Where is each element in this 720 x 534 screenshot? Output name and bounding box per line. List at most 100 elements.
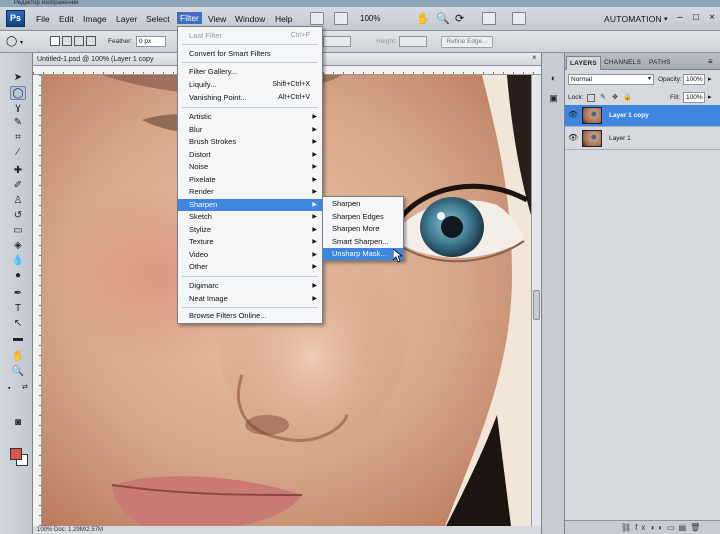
height-input[interactable] <box>399 36 427 47</box>
scrollbar-thumb[interactable] <box>533 290 540 320</box>
screen-mode-icon[interactable] <box>512 12 526 25</box>
adjustments-panel-icon[interactable]: ◐ <box>547 72 560 84</box>
menu-item-other[interactable]: Other ▶ <box>178 261 322 273</box>
lock-position-icon[interactable]: ✥ <box>611 94 619 102</box>
panel-menu-icon[interactable]: ≡ <box>708 57 713 66</box>
maximize-icon[interactable]: □ <box>690 12 702 24</box>
default-colors-icon[interactable]: ▪ <box>8 385 10 392</box>
opacity-slider-icon[interactable]: ▸ <box>708 75 712 83</box>
visibility-eye-icon[interactable]: 👁 <box>568 110 578 120</box>
hand-tool-icon[interactable]: ✋ <box>416 12 430 25</box>
menu-window[interactable]: Window <box>235 14 265 24</box>
menu-item-liquify[interactable]: Liquify... Shift+Ctrl+X <box>178 79 322 91</box>
history-brush-tool-icon[interactable]: ↺ <box>10 209 26 223</box>
elliptical-marquee-tool-icon[interactable]: ◯ <box>10 86 26 100</box>
new-selection-icon[interactable] <box>50 36 60 46</box>
menu-image[interactable]: Image <box>83 14 107 24</box>
clone-stamp-tool-icon[interactable]: ♙ <box>10 194 26 208</box>
menu-item-last-filter[interactable]: Last Filter Ctrl+F <box>178 30 322 42</box>
lasso-tool-icon[interactable]: ɣ <box>10 101 26 115</box>
menu-item-vanishing-point[interactable]: Vanishing Point... Alt+Ctrl+V <box>178 92 322 104</box>
lock-pixels-icon[interactable]: ✎ <box>599 94 607 102</box>
masks-panel-icon[interactable]: ▣ <box>547 92 560 104</box>
move-tool-icon[interactable]: ➤ <box>10 71 26 85</box>
blur-tool-icon[interactable]: 💧 <box>10 254 26 268</box>
zoom-tool-icon[interactable]: 🔍 <box>436 12 450 25</box>
menu-item-sharpen-edges[interactable]: Sharpen Edges <box>323 211 403 223</box>
rotate-view-icon[interactable]: ⟳ <box>455 12 464 25</box>
quick-selection-tool-icon[interactable]: ✎ <box>10 116 26 130</box>
marquee-preset-icon[interactable]: ◯ <box>6 36 17 47</box>
menu-item-sketch[interactable]: Sketch ▶ <box>178 211 322 223</box>
foreground-color-swatch[interactable] <box>10 448 22 460</box>
menu-select[interactable]: Select <box>146 14 170 24</box>
path-selection-tool-icon[interactable]: ↖ <box>10 317 26 331</box>
menu-item-video[interactable]: Video ▶ <box>178 249 322 261</box>
menu-item-stylize[interactable]: Stylize ▶ <box>178 224 322 236</box>
visibility-eye-icon[interactable]: 👁 <box>568 133 578 143</box>
menu-item-unsharp-mask[interactable]: Unsharp Mask... <box>323 248 403 260</box>
menu-item-distort[interactable]: Distort ▶ <box>178 149 322 161</box>
vertical-scrollbar[interactable] <box>531 75 541 534</box>
minimize-icon[interactable]: – <box>674 12 686 24</box>
lock-transparency-icon[interactable] <box>587 94 595 102</box>
document-close-icon[interactable]: × <box>532 53 537 62</box>
workspace-dropdown-icon[interactable]: ▾ <box>664 15 668 23</box>
tab-channels[interactable]: CHANNELS <box>601 56 644 70</box>
refine-edge-button[interactable]: Refine Edge... <box>441 36 493 48</box>
fill-slider-icon[interactable]: ▸ <box>708 93 712 101</box>
menu-item-neat-image[interactable]: Neat Image ▶ <box>178 293 322 305</box>
zoom-level[interactable]: 100% <box>360 14 380 23</box>
healing-brush-tool-icon[interactable]: ✚ <box>10 164 26 178</box>
menu-file[interactable]: File <box>36 14 50 24</box>
blend-mode-select[interactable]: Normal ▾ <box>568 74 654 85</box>
layer-row[interactable]: 👁 Layer 1 copy <box>565 105 720 127</box>
menu-item-sharpen-more[interactable]: Sharpen More <box>323 223 403 235</box>
menu-help[interactable]: Help <box>275 14 292 24</box>
menu-item-digimarc[interactable]: Digimarc ▶ <box>178 280 322 292</box>
shape-tool-icon[interactable]: ▬ <box>10 332 26 346</box>
menu-item-noise[interactable]: Noise ▶ <box>178 161 322 173</box>
zoom-tool-panel-icon[interactable]: 🔍 <box>10 365 26 379</box>
eraser-tool-icon[interactable]: ▭ <box>10 224 26 238</box>
layers-footer-icons[interactable]: ⛓fx◑◐▭▤🗑 <box>565 520 720 534</box>
tab-layers[interactable]: LAYERS <box>566 56 601 70</box>
intersect-selection-icon[interactable] <box>86 36 96 46</box>
photoshop-logo-icon[interactable]: Ps <box>6 10 25 27</box>
menu-item-artistic[interactable]: Artistic ▶ <box>178 111 322 123</box>
menu-layer[interactable]: Layer <box>116 14 137 24</box>
hand-tool-panel-icon[interactable]: ✋ <box>10 350 26 364</box>
preset-dropdown-icon[interactable]: ▾ <box>20 39 23 46</box>
menu-item-smart-sharpen[interactable]: Smart Sharpen... <box>323 236 403 248</box>
dodge-tool-icon[interactable]: ● <box>10 269 26 283</box>
paint-bucket-tool-icon[interactable]: ◈ <box>10 239 26 253</box>
subtract-selection-icon[interactable] <box>74 36 84 46</box>
opacity-input[interactable]: 100% <box>683 74 705 85</box>
workspace-switcher[interactable]: AUTOMATION <box>604 14 662 24</box>
quick-mask-icon[interactable]: ◙ <box>10 416 26 430</box>
layer-row[interactable]: 👁 Layer 1 <box>565 128 720 150</box>
menu-item-browse-filters-online[interactable]: Browse Filters Online... <box>178 310 322 322</box>
type-tool-icon[interactable]: T <box>10 302 26 316</box>
menu-item-sharpen-basic[interactable]: Sharpen <box>323 198 403 210</box>
eyedropper-tool-icon[interactable]: ⁄ <box>10 146 26 160</box>
menu-edit[interactable]: Edit <box>59 14 74 24</box>
lock-all-icon[interactable]: 🔒 <box>623 94 632 102</box>
brush-tool-icon[interactable]: ✐ <box>10 179 26 193</box>
bridge-icon[interactable] <box>310 12 324 25</box>
menu-item-render[interactable]: Render ▶ <box>178 186 322 198</box>
menu-item-blur[interactable]: Blur ▶ <box>178 124 322 136</box>
menu-item-sharpen[interactable]: Sharpen ▶ <box>178 198 322 211</box>
pen-tool-icon[interactable]: ✒ <box>10 287 26 301</box>
close-icon[interactable]: × <box>706 12 718 24</box>
menu-filter[interactable]: Filter <box>177 12 202 24</box>
view-extras-icon[interactable] <box>334 12 348 25</box>
menu-item-pixelate[interactable]: Pixelate ▶ <box>178 174 322 186</box>
crop-tool-icon[interactable]: ⌗ <box>10 131 26 145</box>
arrange-documents-icon[interactable] <box>482 12 496 25</box>
fill-input[interactable]: 100% <box>683 92 705 103</box>
menu-view[interactable]: View <box>208 14 226 24</box>
menu-item-filter-gallery[interactable]: Filter Gallery... <box>178 66 322 78</box>
menu-item-texture[interactable]: Texture ▶ <box>178 236 322 248</box>
feather-input[interactable]: 0 px <box>136 36 166 47</box>
